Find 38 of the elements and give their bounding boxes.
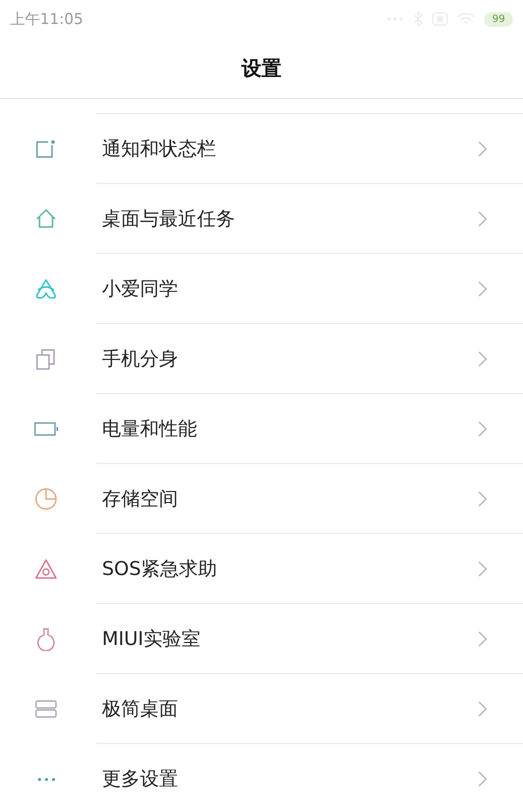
chevron-icon [478, 700, 487, 716]
item-label: 通知和状态栏 [101, 136, 216, 162]
settings-item[interactable]: 小爱同学 [0, 254, 523, 324]
item-label: 更多设置 [101, 766, 178, 792]
item-label: 电量和性能 [101, 416, 197, 442]
item-label: 手机分身 [101, 346, 178, 372]
settings-item[interactable]: 电量和性能 [0, 394, 523, 464]
chevron-icon [478, 140, 487, 156]
chevron-icon [478, 560, 487, 576]
item-label: 极简桌面 [101, 696, 178, 722]
settings-item[interactable]: 更多设置 [0, 744, 523, 800]
chevron-icon [478, 210, 487, 226]
chevron-icon [478, 420, 487, 436]
item-label: 存储空间 [101, 486, 178, 512]
pie-chart-icon [34, 487, 58, 511]
settings-item[interactable]: 手机分身 [0, 324, 523, 394]
item-label: 小爱同学 [101, 276, 178, 302]
settings-item[interactable]: 桌面与最近任务 [0, 184, 523, 254]
battery-indicator: 99 [484, 12, 513, 26]
warning-icon [34, 557, 58, 581]
chevron-icon [478, 350, 487, 366]
status-time: 上午11:05 [10, 10, 84, 28]
chevron-icon [478, 280, 487, 296]
notification-icon [34, 137, 58, 161]
page-title: 设置 [242, 54, 282, 82]
more-icon [38, 778, 54, 780]
item-label: MIUI实验室 [101, 626, 201, 652]
chevron-icon [478, 770, 487, 786]
item-label: 桌面与最近任务 [101, 206, 235, 232]
settings-item[interactable]: 通知和状态栏 [0, 114, 523, 184]
home-icon [34, 207, 58, 231]
chevron-icon [478, 490, 487, 506]
item-label: SOS紧急求助 [101, 556, 218, 582]
chevron-icon [478, 630, 487, 646]
settings-item[interactable]: SOS紧急求助 [0, 534, 523, 604]
settings-item[interactable]: 极简桌面 [0, 674, 523, 744]
settings-item[interactable]: 存储空间 [0, 464, 523, 534]
settings-item[interactable]: MIUI实验室 [0, 604, 523, 674]
